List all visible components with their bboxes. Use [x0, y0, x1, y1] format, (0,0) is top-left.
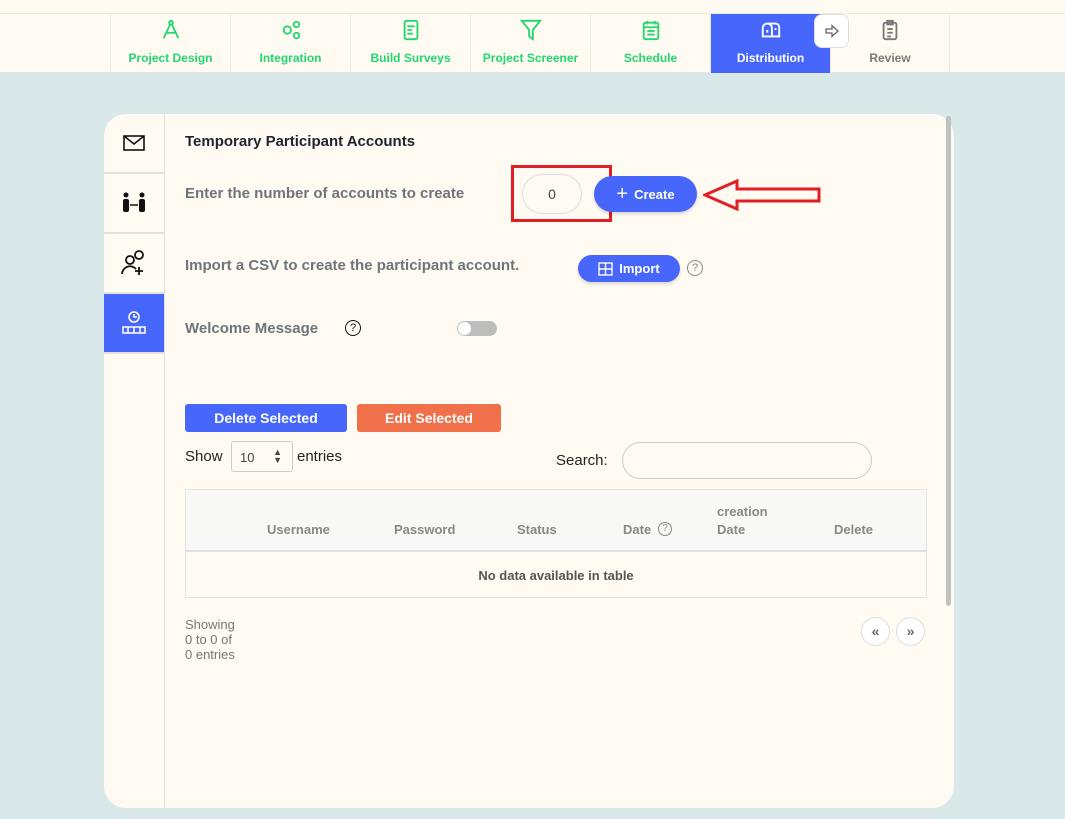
column-password[interactable]: Password — [394, 522, 455, 537]
people-exchange-icon — [123, 192, 145, 212]
page-title: Temporary Participant Accounts — [185, 133, 416, 150]
import-button[interactable]: Import — [578, 255, 680, 282]
tab-distribution[interactable]: Distribution — [710, 14, 830, 73]
filter-icon — [519, 19, 542, 41]
tab-build-surveys[interactable]: Build Surveys — [350, 14, 470, 73]
tab-integration[interactable]: Integration — [230, 14, 350, 73]
top-navigation: Project Design Integration Build Surveys… — [0, 0, 1065, 73]
tab-label: Project Screener — [482, 51, 579, 65]
column-username[interactable]: Username — [267, 522, 330, 537]
plus-icon: + — [616, 182, 629, 205]
empty-table-message: No data available in table — [478, 568, 634, 583]
help-icon[interactable]: ? — [345, 320, 361, 336]
search-input[interactable] — [622, 442, 872, 479]
scrollbar[interactable] — [946, 116, 951, 606]
column-date[interactable]: Date — [623, 522, 651, 537]
sidebar-item-add-user[interactable] — [104, 234, 164, 294]
mailbox-icon — [761, 22, 780, 38]
next-page-button[interactable]: » — [896, 617, 925, 646]
temporary-account-icon — [122, 311, 146, 334]
search-label: Search: — [556, 452, 608, 469]
table-header: Username Password Status Date ? creation… — [186, 490, 926, 552]
annotation-arrow-icon — [703, 179, 821, 211]
tab-label: Distribution — [736, 51, 805, 65]
sidebar-item-temporary-accounts[interactable] — [104, 294, 164, 354]
calendar-icon — [642, 20, 659, 41]
tab-label: Project Design — [128, 51, 213, 65]
column-creation-date-line2: Date — [717, 522, 746, 537]
column-delete[interactable]: Delete — [834, 522, 873, 537]
sidebar — [104, 114, 165, 808]
add-user-icon — [121, 250, 144, 275]
entries-select[interactable]: 10 ▲ ▼ — [231, 441, 293, 472]
arrow-right-icon — [824, 24, 839, 38]
column-status[interactable]: Status — [517, 522, 557, 537]
delete-selected-button[interactable]: Delete Selected — [185, 404, 347, 432]
tab-label: Build Surveys — [370, 51, 451, 65]
clipboard-icon — [882, 19, 898, 41]
previous-page-button[interactable]: « — [861, 617, 890, 646]
column-creation-date[interactable]: creation — [717, 504, 768, 519]
sort-arrows-icon: ▲ ▼ — [273, 447, 282, 465]
sidebar-item-participants[interactable] — [104, 174, 164, 234]
document-icon — [403, 19, 418, 41]
help-icon[interactable]: ? — [687, 260, 703, 276]
gears-icon — [282, 20, 300, 40]
compass-icon — [162, 19, 179, 39]
tab-label: Schedule — [623, 51, 678, 65]
count-label: Enter the number of accounts to create — [185, 185, 465, 202]
show-label: Show — [185, 448, 223, 465]
entries-value: 10 — [240, 450, 255, 465]
create-label: Create — [634, 186, 675, 202]
tab-project-screener[interactable]: Project Screener — [470, 14, 590, 73]
tab-project-design[interactable]: Project Design — [110, 14, 230, 73]
distribution-panel: Temporary Participant Accounts Enter the… — [104, 114, 954, 808]
table-info: Showing 0 to 0 of 0 entries — [185, 617, 235, 662]
sidebar-item-email[interactable] — [104, 114, 164, 174]
tab-label: Review — [869, 51, 911, 65]
envelope-icon — [123, 135, 145, 151]
accounts-table: Username Password Status Date ? creation… — [185, 489, 927, 598]
account-count-input[interactable]: 0 — [522, 174, 582, 214]
entries-label: entries — [297, 448, 343, 465]
welcome-message-label: Welcome Message — [185, 320, 319, 337]
edit-selected-button[interactable]: Edit Selected — [357, 404, 501, 432]
create-button[interactable]: + Create — [594, 176, 697, 212]
tab-label: Integration — [259, 51, 322, 65]
welcome-message-toggle[interactable] — [457, 321, 497, 336]
tab-schedule[interactable]: Schedule — [590, 14, 710, 73]
help-icon[interactable]: ? — [658, 522, 672, 536]
grid-icon — [598, 261, 613, 276]
next-step-button[interactable] — [814, 14, 849, 48]
import-label: Import a CSV to create the participant a… — [185, 257, 520, 274]
import-label-text: Import — [619, 261, 660, 276]
